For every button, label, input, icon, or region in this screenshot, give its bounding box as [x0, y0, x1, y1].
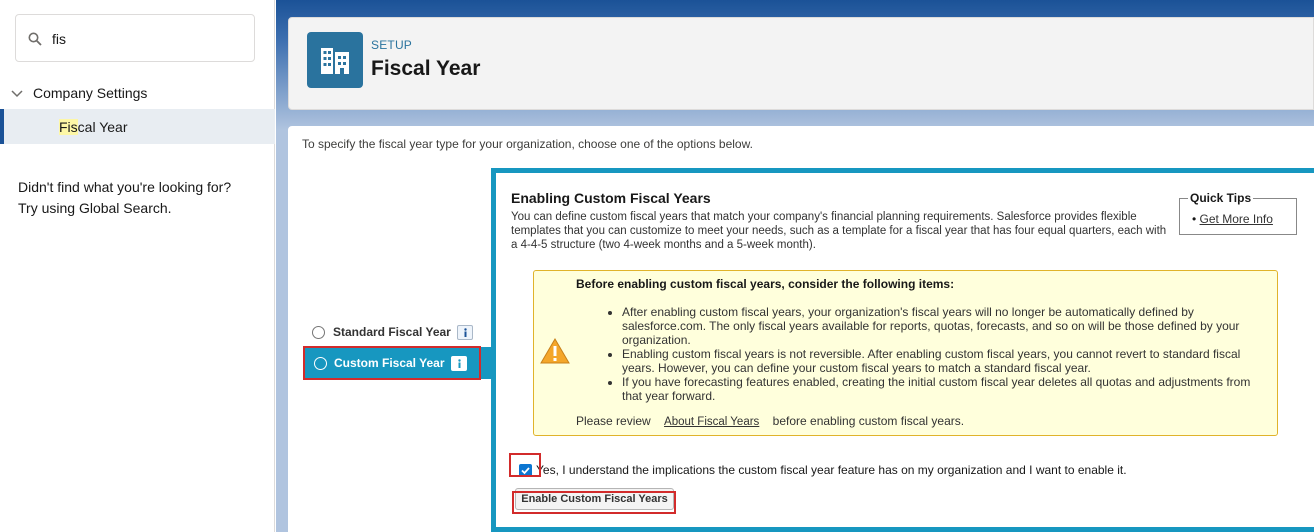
no-results-hint: Didn't find what you're looking for? Try… [18, 177, 268, 219]
tree-item-fiscal-year[interactable]: Fiscal Year [0, 109, 275, 144]
annotation-highlight-box [303, 346, 481, 380]
warning-item: If you have forecasting features enabled… [622, 375, 1262, 403]
about-fiscal-years-link[interactable]: About Fiscal Years [664, 416, 759, 428]
acknowledge-label: Yes, I understand the implications the c… [536, 463, 1127, 477]
standard-radio[interactable] [312, 325, 325, 339]
tree-item-company-settings[interactable]: Company Settings [0, 80, 275, 106]
no-results-line: Didn't find what you're looking for? [18, 179, 232, 195]
warning-item: Enabling custom fiscal years is not reve… [622, 347, 1262, 375]
info-icon[interactable] [456, 324, 473, 340]
warning-list: After enabling custom fiscal years, your… [622, 305, 1262, 403]
panel-title: Enabling Custom Fiscal Years [511, 190, 711, 206]
warning-icon [540, 338, 570, 364]
quick-find-input[interactable] [52, 27, 242, 51]
global-search-hint: Try using Global Search. [18, 200, 172, 216]
intro-text: To specify the fiscal year type for your… [302, 137, 753, 151]
tree-item-label: Fiscal Year [59, 118, 128, 135]
tree-item-label-rest: cal Year [77, 118, 128, 135]
breadcrumb-setup: SETUP [371, 38, 413, 52]
warning-footer-after: before enabling custom fiscal years. [772, 414, 965, 428]
acknowledge-row: Yes, I understand the implications the c… [519, 463, 1127, 477]
search-match-highlight: Fis [59, 118, 78, 135]
warning-footer: Please review About Fiscal Years before … [576, 414, 964, 428]
tree-item-label: Company Settings [33, 85, 148, 101]
annotation-highlight-box [509, 453, 541, 477]
warning-item: After enabling custom fiscal years, your… [622, 305, 1262, 347]
quick-tips-title: Quick Tips [1188, 191, 1254, 205]
warning-footer-before: Please review [576, 414, 651, 428]
search-icon [28, 32, 42, 46]
quick-tips-box: Quick Tips • Get More Info [1179, 191, 1297, 235]
warning-title: Before enabling custom fiscal years, con… [576, 277, 955, 291]
chevron-down-icon[interactable] [11, 87, 23, 99]
content-card: To specify the fiscal year type for your… [288, 126, 1314, 532]
standard-label: Standard Fiscal Year [333, 325, 451, 339]
get-more-info-link[interactable]: Get More Info [1200, 212, 1273, 226]
panel-description: You can define custom fiscal years that … [511, 211, 1167, 251]
building-icon [307, 32, 363, 88]
quick-tips-item: • Get More Info [1192, 212, 1273, 226]
page-header: SETUP Fiscal Year [288, 17, 1314, 110]
warning-box: Before enabling custom fiscal years, con… [533, 270, 1278, 436]
option-standard-fiscal-year[interactable]: Standard Fiscal Year [312, 324, 473, 340]
enable-custom-fiscal-panel: Enabling Custom Fiscal Years You can def… [491, 168, 1314, 532]
quick-find-box[interactable] [15, 14, 255, 62]
setup-sidebar: Company Settings Fiscal Year Didn't find… [0, 0, 275, 532]
page-title: Fiscal Year [371, 57, 481, 80]
annotation-highlight-box [512, 491, 676, 514]
